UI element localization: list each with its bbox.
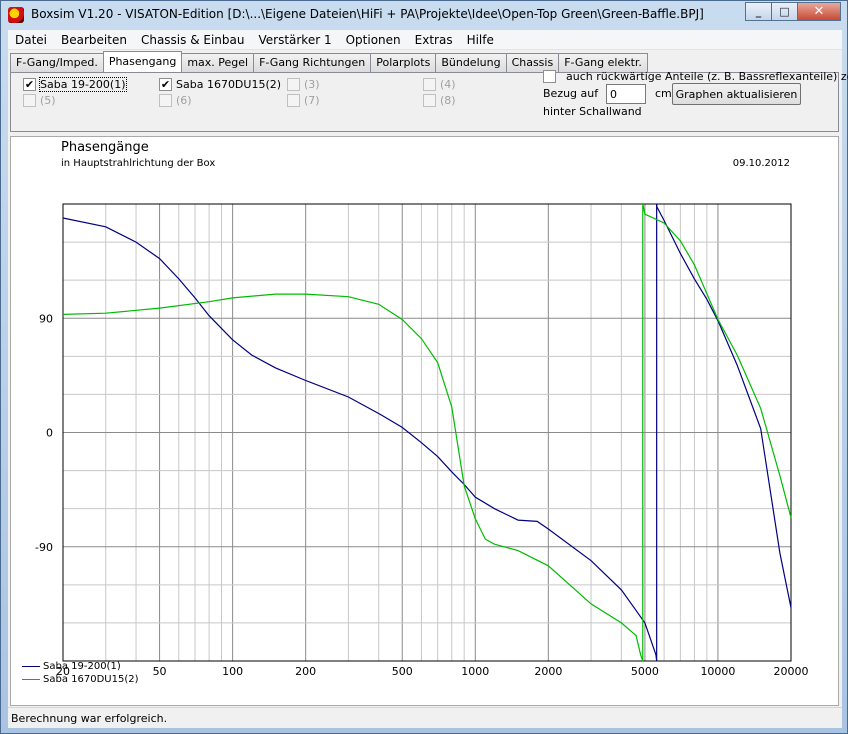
chart-subtitle: in Hauptstrahlrichtung der Box [61, 158, 216, 169]
driver-label: Saba 19-200(1) [39, 77, 127, 92]
driver-label: (3) [304, 78, 320, 91]
maximize-button[interactable]: □ [771, 2, 797, 21]
x-tick-label: 20000 [774, 665, 809, 678]
chart-legend: Saba 19-200(1) Saba 1670DU15(2) [22, 660, 139, 686]
menu-verstaerker[interactable]: Verstärker 1 [251, 30, 338, 49]
phase-chart: 20 50 100 200 500 1000 2000 5000 10000 20000 90 0 -9… [10, 136, 839, 706]
driver-checkbox-2[interactable]: ✔ Saba 1670DU15(2) [159, 78, 281, 91]
x-tick-label: 5000 [631, 665, 659, 678]
menu-datei[interactable]: Datei [8, 30, 54, 49]
window-controls: _ □ ✕ [745, 2, 841, 21]
y-tick-label: 90 [39, 312, 53, 325]
rear-components-checkbox[interactable]: auch rückwärtige Anteile (z. B. Bassrefl… [543, 70, 848, 83]
legend-item-1: Saba 19-200(1) [22, 660, 139, 673]
x-tick-label: 50 [153, 665, 167, 678]
minimize-button[interactable]: _ [745, 2, 771, 21]
driver-checkbox-4[interactable]: (4) [423, 78, 456, 91]
driver-label: (4) [440, 78, 456, 91]
legend-label: Saba 19-200(1) [43, 661, 121, 672]
status-bar: Berechnung war erfolgreich. [8, 707, 842, 728]
window-title: Boxsim V1.20 - VISATON-Edition [D:\...\E… [31, 7, 704, 21]
driver-checkbox-1[interactable]: ✔ Saba 19-200(1) [23, 77, 127, 92]
x-tick-label: 1000 [461, 665, 489, 678]
legend-label: Saba 1670DU15(2) [43, 674, 139, 685]
tab-phasengang[interactable]: Phasengang [102, 51, 183, 72]
series-line-1 [62, 217, 658, 662]
driver-checkbox-5[interactable]: (5) [23, 94, 56, 107]
menu-chassis-einbau[interactable]: Chassis & Einbau [134, 30, 252, 49]
checkbox[interactable] [423, 94, 436, 107]
checkbox[interactable] [543, 70, 556, 83]
close-button[interactable]: ✕ [797, 2, 841, 21]
client-area: Datei Bearbeiten Chassis & Einbau Verstä… [8, 30, 848, 728]
driver-label: (5) [40, 94, 56, 107]
checkbox[interactable]: ✔ [23, 78, 36, 91]
update-graphs-button[interactable]: Graphen aktualisieren [672, 83, 801, 105]
options-panel: ✔ Saba 19-200(1) ✔ Saba 1670DU15(2) (3) … [10, 70, 848, 132]
menu-optionen[interactable]: Optionen [339, 30, 408, 49]
checkbox[interactable] [23, 94, 36, 107]
rear-components-label: auch rückwärtige Anteile (z. B. Bassrefl… [566, 70, 848, 83]
menu-extras[interactable]: Extras [408, 30, 460, 49]
x-tick-label: 2000 [534, 665, 562, 678]
x-tick-label: 100 [222, 665, 243, 678]
chart-title: Phasengänge [61, 140, 149, 155]
checkbox[interactable] [287, 78, 300, 91]
menu-hilfe[interactable]: Hilfe [460, 30, 501, 49]
tab-strip: F-Gang/Imped. Phasengang max. Pegel F-Ga… [10, 51, 648, 72]
tab-f-gang-imped[interactable]: F-Gang/Imped. [10, 53, 104, 72]
checkbox[interactable] [423, 78, 436, 91]
driver-label: (7) [304, 94, 320, 107]
hinter-schallwand-label: hinter Schallwand [543, 105, 642, 118]
checkbox[interactable]: ✔ [159, 78, 172, 91]
driver-label: (8) [440, 94, 456, 107]
x-tick-label: 500 [392, 665, 413, 678]
y-tick-label: 0 [46, 427, 53, 440]
status-text: Berechnung war erfolgreich. [11, 712, 168, 725]
phase-chart-plot: 20 50 100 200 500 1000 2000 5000 10000 20000900-9… [35, 203, 809, 678]
x-tick-label: 10000 [700, 665, 735, 678]
boxsim-app-icon[interactable] [8, 7, 24, 23]
menu-bearbeiten[interactable]: Bearbeiten [54, 30, 134, 49]
bezug-distance-input[interactable] [606, 84, 646, 104]
driver-checkbox-3[interactable]: (3) [287, 78, 320, 91]
menu-bar: Datei Bearbeiten Chassis & Einbau Verstä… [8, 30, 842, 50]
legend-swatch [22, 666, 40, 667]
tab-polarplots[interactable]: Polarplots [370, 53, 437, 72]
x-tick-label: 200 [295, 665, 316, 678]
legend-item-2: Saba 1670DU15(2) [22, 673, 139, 686]
tab-buendelung[interactable]: Bündelung [435, 53, 507, 72]
title-bar[interactable]: Boxsim V1.20 - VISATON-Edition [D:\...\E… [1, 1, 847, 29]
bezug-label: Bezug auf [543, 87, 599, 100]
app-window: Boxsim V1.20 - VISATON-Edition [D:\...\E… [0, 0, 848, 734]
unit-label: cm [655, 87, 672, 100]
driver-checkbox-8[interactable]: (8) [423, 94, 456, 107]
y-tick-label: -90 [35, 541, 53, 554]
checkbox[interactable] [287, 94, 300, 107]
tab-max-pegel[interactable]: max. Pegel [181, 53, 255, 72]
tab-f-gang-richtungen[interactable]: F-Gang Richtungen [253, 53, 372, 72]
legend-swatch [22, 679, 40, 680]
driver-checkbox-7[interactable]: (7) [287, 94, 320, 107]
driver-label: (6) [176, 94, 192, 107]
driver-label: Saba 1670DU15(2) [176, 78, 282, 91]
checkbox[interactable] [159, 94, 172, 107]
series-line-2 [62, 293, 644, 662]
driver-checkbox-6[interactable]: (6) [159, 94, 192, 107]
chart-date: 09.10.2012 [732, 158, 790, 169]
